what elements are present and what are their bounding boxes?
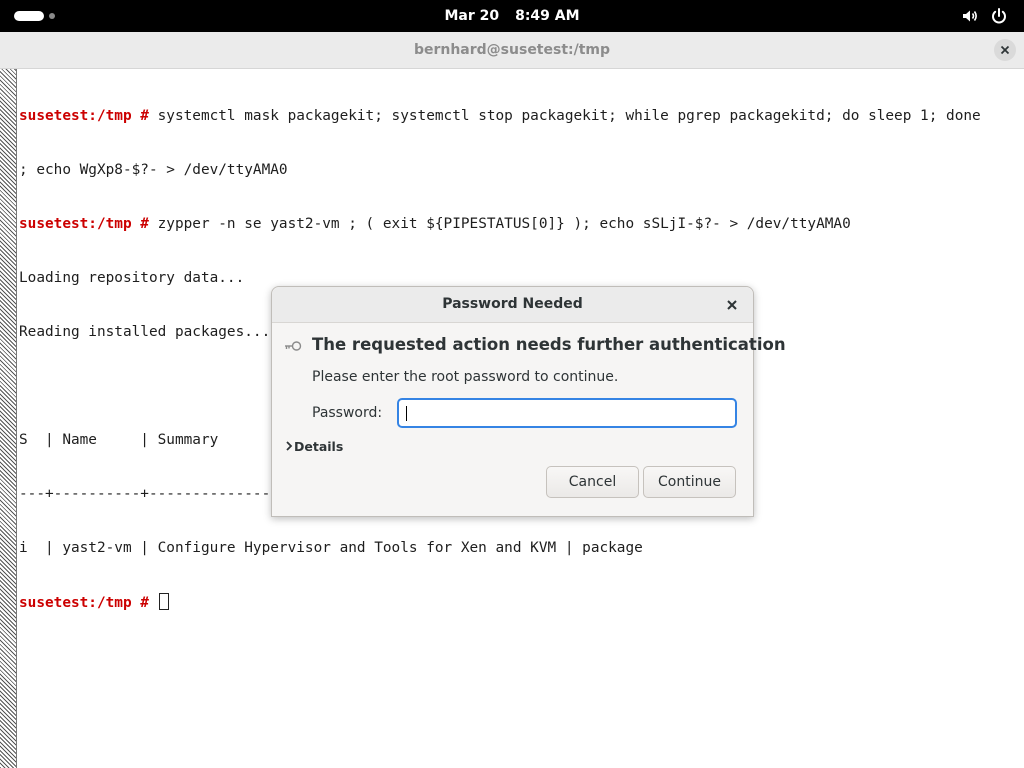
- terminal-line: susetest:/tmp # systemctl mask packageki…: [19, 107, 1021, 125]
- terminal-text: i | yast2-vm | Configure Hypervisor and …: [19, 540, 643, 556]
- dialog-title: Password Needed: [442, 296, 583, 312]
- terminal-cursor: [158, 593, 169, 610]
- shell-prompt: susetest:/tmp #: [19, 595, 158, 611]
- terminal-text: Reading installed packages...: [19, 324, 271, 340]
- window-title: bernhard@susetest:/tmp: [413, 42, 611, 58]
- terminal-line: susetest:/tmp # zypper -n se yast2-vm ; …: [19, 215, 1021, 233]
- terminal-line: Loading repository data...: [19, 269, 1021, 287]
- volume-icon[interactable]: [961, 7, 979, 25]
- window-titlebar[interactable]: bernhard@susetest:/tmp: [0, 32, 1024, 69]
- workspace-active-pill: [14, 11, 44, 21]
- dialog-titlebar[interactable]: Password Needed: [272, 287, 753, 323]
- chevron-right-icon: [284, 439, 294, 457]
- terminal-scroll-margin: [0, 69, 17, 768]
- clock[interactable]: Mar 20 8:49 AM: [0, 0, 1024, 32]
- close-icon: [727, 300, 737, 310]
- terminal-text: Loading repository data...: [19, 270, 245, 286]
- clock-date: Mar 20: [444, 8, 500, 24]
- top-bar: Mar 20 8:49 AM: [0, 0, 1024, 32]
- shell-prompt: susetest:/tmp #: [19, 108, 158, 124]
- terminal-line: susetest:/tmp #: [19, 593, 1021, 611]
- details-expander[interactable]: Details: [284, 438, 343, 456]
- password-field[interactable]: [397, 398, 737, 428]
- cancel-button[interactable]: Cancel: [546, 466, 639, 498]
- terminal-text: zypper -n se yast2-vm ; ( exit ${PIPESTA…: [157, 216, 851, 232]
- workspace-dot: [49, 13, 55, 19]
- terminal-text: ; echo WgXp8-$?- > /dev/ttyAMA0: [19, 162, 288, 178]
- auth-heading: The requested action needs further authe…: [312, 335, 786, 354]
- shell-prompt: susetest:/tmp #: [19, 216, 158, 232]
- continue-button[interactable]: Continue: [643, 466, 736, 498]
- terminal-line: ; echo WgXp8-$?- > /dev/ttyAMA0: [19, 161, 1021, 179]
- password-label: Password:: [312, 405, 383, 421]
- window-close-button[interactable]: [994, 39, 1016, 61]
- power-icon[interactable]: [990, 7, 1008, 25]
- auth-message: Please enter the root password to contin…: [312, 369, 619, 385]
- details-label: Details: [294, 439, 344, 454]
- key-icon: [284, 337, 302, 351]
- terminal-text: systemctl mask packagekit; systemctl sto…: [157, 108, 981, 124]
- activities-indicator[interactable]: [14, 11, 60, 21]
- close-icon: [1000, 45, 1010, 55]
- terminal-line: i | yast2-vm | Configure Hypervisor and …: [19, 539, 1021, 557]
- text-caret: [406, 406, 407, 421]
- dialog-close-button[interactable]: [722, 295, 742, 315]
- password-dialog: Password Needed The requested action nee…: [271, 286, 786, 517]
- clock-time: 8:49 AM: [515, 8, 580, 24]
